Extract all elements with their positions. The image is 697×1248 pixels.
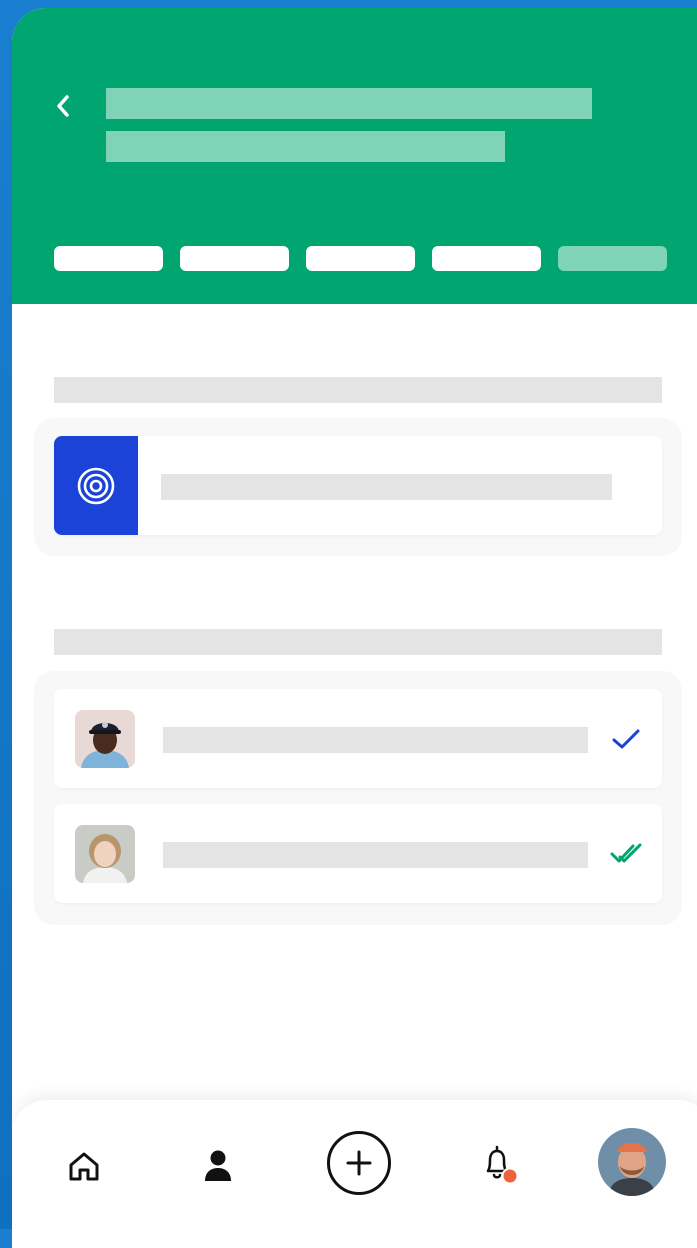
- target-icon: [77, 467, 115, 504]
- avatar-man-cap: [75, 710, 135, 768]
- person-name-placeholder: [163, 727, 588, 753]
- chevron-left-icon: [57, 95, 69, 117]
- title-placeholder-line-2: [106, 131, 505, 162]
- header: [12, 8, 697, 304]
- section-heading-placeholder: [54, 629, 662, 655]
- person-name-placeholder: [163, 842, 588, 868]
- home-icon: [69, 1152, 99, 1181]
- title-placeholder-line-1: [106, 88, 592, 119]
- person-row[interactable]: [54, 689, 662, 788]
- target-card[interactable]: [54, 436, 662, 535]
- user-avatar: [598, 1128, 666, 1196]
- avatar: [75, 825, 135, 883]
- notification-dot: [501, 1167, 519, 1185]
- progress-step-2: [180, 246, 289, 271]
- profile-icon: [205, 1150, 231, 1181]
- double-check-icon: [610, 843, 642, 863]
- nav-profile-button[interactable]: [198, 1144, 238, 1188]
- progress-step-5: [558, 246, 667, 271]
- progress-steps: [54, 246, 667, 271]
- nav-user-avatar[interactable]: [598, 1128, 666, 1196]
- target-label-placeholder: [161, 474, 612, 500]
- person-row[interactable]: [54, 804, 662, 903]
- progress-step-3: [306, 246, 415, 271]
- avatar-woman: [75, 825, 135, 883]
- nav-home-button[interactable]: [64, 1146, 104, 1186]
- notification-bell-icon: [486, 1145, 519, 1185]
- add-icon: [327, 1131, 391, 1195]
- back-button[interactable]: [48, 88, 78, 124]
- target-icon-tile: [54, 436, 138, 535]
- single-check-icon: [612, 729, 640, 749]
- app-screen: [12, 8, 697, 1248]
- nav-add-button[interactable]: [326, 1130, 392, 1196]
- progress-step-4: [432, 246, 541, 271]
- nav-notifications-button[interactable]: [480, 1144, 526, 1190]
- avatar: [75, 710, 135, 768]
- progress-step-1: [54, 246, 163, 271]
- section-heading-placeholder: [54, 377, 662, 403]
- bottom-navigation: [12, 1100, 697, 1248]
